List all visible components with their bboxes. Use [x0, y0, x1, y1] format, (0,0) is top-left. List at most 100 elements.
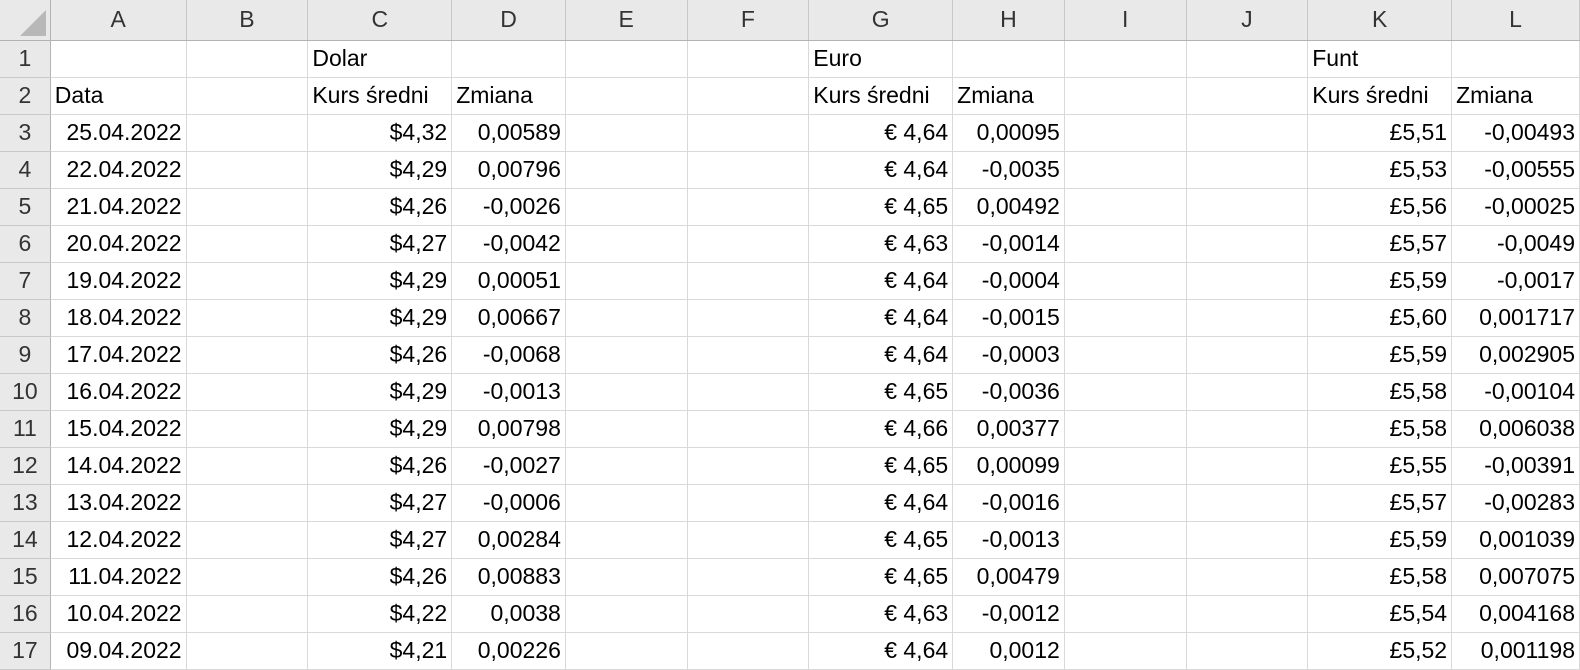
- cell-l12[interactable]: -0,00391: [1451, 447, 1580, 485]
- cell-j8[interactable]: [1186, 299, 1309, 337]
- cell-f17[interactable]: [687, 632, 810, 670]
- cell-h13[interactable]: -0,0016: [952, 484, 1065, 522]
- cell-k16[interactable]: £5,54: [1307, 595, 1453, 633]
- cell-g3[interactable]: € 4,64: [808, 114, 954, 152]
- cell-l7[interactable]: -0,0017: [1451, 262, 1580, 300]
- cell-k13[interactable]: £5,57: [1307, 484, 1453, 522]
- cell-j6[interactable]: [1186, 225, 1309, 263]
- cell-h15[interactable]: 0,00479: [952, 558, 1065, 596]
- cell-l13[interactable]: -0,00283: [1451, 484, 1580, 522]
- column-header-a[interactable]: A: [50, 0, 187, 41]
- cell-d17[interactable]: 0,00226: [451, 632, 566, 670]
- cell-h17[interactable]: 0,0012: [952, 632, 1065, 670]
- cell-k11[interactable]: £5,58: [1307, 410, 1453, 448]
- cell-b2[interactable]: [186, 77, 309, 115]
- cell-j10[interactable]: [1186, 373, 1309, 411]
- cell-h6[interactable]: -0,0014: [952, 225, 1065, 263]
- cell-e11[interactable]: [565, 410, 688, 448]
- cell-e2[interactable]: [565, 77, 688, 115]
- cell-b12[interactable]: [186, 447, 309, 485]
- cell-j13[interactable]: [1186, 484, 1309, 522]
- cell-j2[interactable]: [1186, 77, 1309, 115]
- cell-g7[interactable]: € 4,64: [808, 262, 954, 300]
- cell-i13[interactable]: [1064, 484, 1187, 522]
- cell-a5[interactable]: 21.04.2022: [50, 188, 187, 226]
- cell-j9[interactable]: [1186, 336, 1309, 374]
- cell-a15[interactable]: 11.04.2022: [50, 558, 187, 596]
- cell-a11[interactable]: 15.04.2022: [50, 410, 187, 448]
- cell-b11[interactable]: [186, 410, 309, 448]
- cell-h10[interactable]: -0,0036: [952, 373, 1065, 411]
- cell-g12[interactable]: € 4,65: [808, 447, 954, 485]
- cell-g13[interactable]: € 4,64: [808, 484, 954, 522]
- cell-k2[interactable]: Kurs średni: [1307, 77, 1453, 115]
- cell-l8[interactable]: 0,001717: [1451, 299, 1580, 337]
- cell-k10[interactable]: £5,58: [1307, 373, 1453, 411]
- column-header-k[interactable]: K: [1307, 0, 1453, 41]
- cell-d14[interactable]: 0,00284: [451, 521, 566, 559]
- cell-b10[interactable]: [186, 373, 309, 411]
- cell-b8[interactable]: [186, 299, 309, 337]
- cell-c6[interactable]: $4,27: [307, 225, 453, 263]
- cell-b16[interactable]: [186, 595, 309, 633]
- cell-l1[interactable]: [1451, 40, 1580, 78]
- cell-b17[interactable]: [186, 632, 309, 670]
- cell-b14[interactable]: [186, 521, 309, 559]
- cell-d6[interactable]: -0,0042: [451, 225, 566, 263]
- column-header-g[interactable]: G: [808, 0, 954, 41]
- cell-b4[interactable]: [186, 151, 309, 189]
- cell-k1[interactable]: Funt: [1307, 40, 1453, 78]
- cell-k12[interactable]: £5,55: [1307, 447, 1453, 485]
- cell-c13[interactable]: $4,27: [307, 484, 453, 522]
- cell-l10[interactable]: -0,00104: [1451, 373, 1580, 411]
- cell-g10[interactable]: € 4,65: [808, 373, 954, 411]
- row-header-6[interactable]: 6: [0, 225, 51, 263]
- cell-h11[interactable]: 0,00377: [952, 410, 1065, 448]
- cell-a6[interactable]: 20.04.2022: [50, 225, 187, 263]
- cell-c8[interactable]: $4,29: [307, 299, 453, 337]
- cell-b15[interactable]: [186, 558, 309, 596]
- cell-i15[interactable]: [1064, 558, 1187, 596]
- cell-j5[interactable]: [1186, 188, 1309, 226]
- cell-d7[interactable]: 0,00051: [451, 262, 566, 300]
- cell-f15[interactable]: [687, 558, 810, 596]
- cell-h4[interactable]: -0,0035: [952, 151, 1065, 189]
- cell-c12[interactable]: $4,26: [307, 447, 453, 485]
- cell-c15[interactable]: $4,26: [307, 558, 453, 596]
- cell-b7[interactable]: [186, 262, 309, 300]
- cell-c17[interactable]: $4,21: [307, 632, 453, 670]
- cell-b3[interactable]: [186, 114, 309, 152]
- cell-d4[interactable]: 0,00796: [451, 151, 566, 189]
- cell-j11[interactable]: [1186, 410, 1309, 448]
- cell-b5[interactable]: [186, 188, 309, 226]
- cell-f7[interactable]: [687, 262, 810, 300]
- cell-i1[interactable]: [1064, 40, 1187, 78]
- cell-c4[interactable]: $4,29: [307, 151, 453, 189]
- cell-j14[interactable]: [1186, 521, 1309, 559]
- cell-j16[interactable]: [1186, 595, 1309, 633]
- column-header-i[interactable]: I: [1064, 0, 1187, 41]
- cell-a9[interactable]: 17.04.2022: [50, 336, 187, 374]
- cell-k7[interactable]: £5,59: [1307, 262, 1453, 300]
- cell-f13[interactable]: [687, 484, 810, 522]
- cell-c11[interactable]: $4,29: [307, 410, 453, 448]
- cell-g16[interactable]: € 4,63: [808, 595, 954, 633]
- cell-a13[interactable]: 13.04.2022: [50, 484, 187, 522]
- cell-g6[interactable]: € 4,63: [808, 225, 954, 263]
- cell-d1[interactable]: [451, 40, 566, 78]
- cell-b1[interactable]: [186, 40, 309, 78]
- row-header-13[interactable]: 13: [0, 484, 51, 522]
- cell-e5[interactable]: [565, 188, 688, 226]
- cell-i2[interactable]: [1064, 77, 1187, 115]
- row-header-17[interactable]: 17: [0, 632, 51, 670]
- cell-j1[interactable]: [1186, 40, 1309, 78]
- cell-e3[interactable]: [565, 114, 688, 152]
- cell-g1[interactable]: Euro: [808, 40, 954, 78]
- cell-a16[interactable]: 10.04.2022: [50, 595, 187, 633]
- cell-d2[interactable]: Zmiana: [451, 77, 566, 115]
- cell-l17[interactable]: 0,001198: [1451, 632, 1580, 670]
- cell-k5[interactable]: £5,56: [1307, 188, 1453, 226]
- cell-l11[interactable]: 0,006038: [1451, 410, 1580, 448]
- column-header-d[interactable]: D: [451, 0, 566, 41]
- cell-c10[interactable]: $4,29: [307, 373, 453, 411]
